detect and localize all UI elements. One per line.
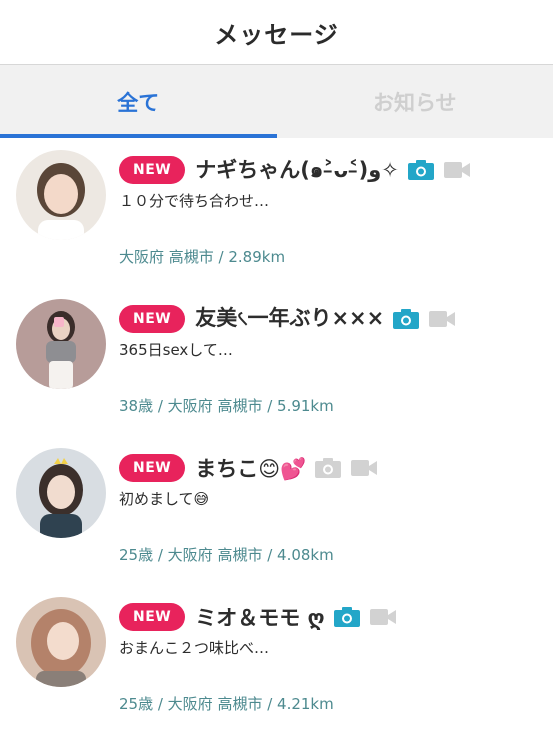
avatar[interactable] <box>16 448 106 538</box>
messages-screen: メッセージ 全て お知らせ NEW ナギちゃん(๑˃̵ᴗ˂̵)و✧ １０分で待ち… <box>0 0 553 739</box>
message-list: NEW ナギちゃん(๑˃̵ᴗ˂̵)و✧ １０分で待ち合わせ… 大阪府 高槻市 /… <box>0 138 553 738</box>
video-camera-icon <box>443 159 471 181</box>
name-row: NEW ミオ＆モモ ღ <box>119 601 543 633</box>
sender-name: ミオ＆モモ ღ <box>195 606 325 630</box>
new-badge: NEW <box>119 603 186 631</box>
new-badge: NEW <box>119 156 186 184</box>
message-item[interactable]: NEW 友美৻一年ぶり××× 365日sexして… 38歳 / 大阪府 高槻市 … <box>0 291 553 440</box>
avatar[interactable] <box>16 597 106 687</box>
camera-icon <box>392 308 420 330</box>
tab-all[interactable]: 全て <box>0 65 277 138</box>
message-content: NEW ミオ＆モモ ღ おまんこ２つ味比べ… <box>119 601 543 658</box>
camera-icon <box>407 159 435 181</box>
message-content: NEW 友美৻一年ぶり××× 365日sexして… <box>119 303 543 360</box>
message-item[interactable]: NEW ミオ＆モモ ღ おまんこ２つ味比べ… 25歳 / 大阪府 高槻市 / 4… <box>0 589 553 738</box>
name-row: NEW ナギちゃん(๑˃̵ᴗ˂̵)و✧ <box>119 154 543 186</box>
avatar-image <box>16 597 106 687</box>
message-content: NEW ナギちゃん(๑˃̵ᴗ˂̵)و✧ １０分で待ち合わせ… <box>119 154 543 211</box>
sender-name: まちこ😊💕 <box>195 457 307 481</box>
video-camera-icon <box>369 606 397 628</box>
name-row: NEW まちこ😊💕 <box>119 452 543 484</box>
avatar[interactable] <box>16 299 106 389</box>
tab-notifications[interactable]: お知らせ <box>277 65 553 138</box>
user-meta: 大阪府 高槻市 / 2.89km <box>119 248 286 266</box>
video-camera-icon <box>428 308 456 330</box>
avatar-image <box>16 448 106 538</box>
sender-name: 友美৻一年ぶり××× <box>195 305 385 330</box>
sender-name: ナギちゃん(๑˃̵ᴗ˂̵)و✧ <box>195 157 399 182</box>
message-item[interactable]: NEW ナギちゃん(๑˃̵ᴗ˂̵)و✧ １０分で待ち合わせ… 大阪府 高槻市 /… <box>0 142 553 291</box>
avatar-image <box>16 299 106 389</box>
tab-bar: 全て お知らせ <box>0 65 553 138</box>
message-preview: １０分で待ち合わせ… <box>119 192 270 210</box>
user-meta: 25歳 / 大阪府 高槻市 / 4.08km <box>119 546 334 564</box>
new-badge: NEW <box>119 305 186 333</box>
name-row: NEW 友美৻一年ぶり××× <box>119 303 543 335</box>
video-camera-icon <box>350 457 378 479</box>
message-preview: 365日sexして… <box>119 341 233 359</box>
camera-icon <box>333 606 361 628</box>
new-badge: NEW <box>119 454 186 482</box>
message-preview: 初めまして😅 <box>119 490 210 508</box>
message-item[interactable]: NEW まちこ😊💕 初めまして😅 25歳 / 大阪府 高槻市 / 4.08km <box>0 440 553 589</box>
camera-icon <box>314 457 342 479</box>
message-content: NEW まちこ😊💕 初めまして😅 <box>119 452 543 509</box>
message-preview: おまんこ２つ味比べ… <box>119 639 270 657</box>
page-title: メッセージ <box>214 20 339 49</box>
avatar-image <box>16 150 106 240</box>
avatar[interactable] <box>16 150 106 240</box>
user-meta: 38歳 / 大阪府 高槻市 / 5.91km <box>119 397 334 415</box>
app-header: メッセージ <box>0 0 553 65</box>
user-meta: 25歳 / 大阪府 高槻市 / 4.21km <box>119 695 334 713</box>
